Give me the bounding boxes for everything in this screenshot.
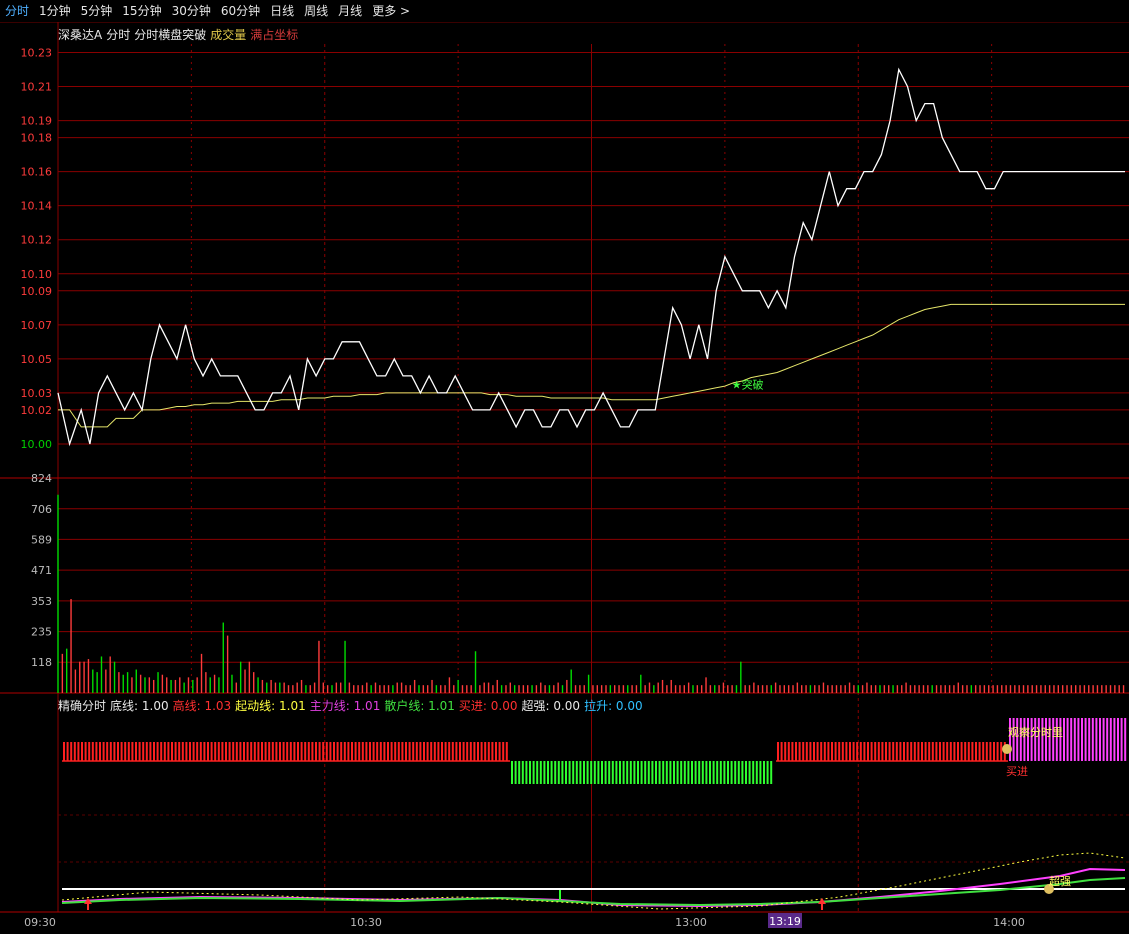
- money-icon: [1002, 744, 1012, 754]
- vol-tick-3: 471: [31, 564, 52, 577]
- indicator-panel-legend: 精确分时 底线: 1.00 高线: 1.03 起动线: 1.01 主力线: 1.01 散户…: [58, 697, 647, 714]
- legend3-3: 起动线: 1.01: [235, 699, 306, 713]
- legend1-3: 成交量: [210, 28, 247, 42]
- price-tick-5: 10.14: [21, 200, 53, 213]
- legend3-6: 买进: 0.00: [458, 699, 518, 713]
- legend1-2: 分时横盘突破: [134, 28, 207, 42]
- start-line: [61, 852, 1126, 910]
- arrow-up-icon-2: [818, 898, 826, 910]
- price-tick-3: 10.18: [21, 132, 53, 145]
- price-tick-9: 10.07: [21, 319, 53, 332]
- legend3-4: 主力线: 1.01: [309, 699, 381, 713]
- watch-label: 观察分时里: [1008, 725, 1063, 739]
- vol-tick-4: 353: [31, 595, 52, 608]
- legend1-0: 深桑达A: [58, 28, 103, 42]
- legend3-0: 精确分时: [58, 699, 107, 713]
- price-tick-7: 10.10: [21, 268, 53, 281]
- breakout-label: 突破: [742, 377, 764, 391]
- legend3-8: 拉升: 0.00: [584, 699, 643, 713]
- vol-tick-2: 589: [31, 533, 52, 546]
- price-tick-11: 10.03: [21, 387, 53, 400]
- retail-line: [61, 877, 1126, 907]
- price-tick-12: 10.02: [21, 404, 53, 417]
- intraday-chart: 10.23 10.21 10.19 10.18 10.16 10.14 10.12 10.10…: [0, 22, 1129, 929]
- breakout-star: ★: [732, 378, 742, 391]
- legend1-4: 满占坐标: [250, 28, 299, 42]
- strong-label: 超强: [1049, 874, 1071, 888]
- price-tick-2: 10.19: [21, 115, 53, 128]
- legend3-1: 底线: 1.00: [110, 699, 169, 713]
- price-tick-10: 10.05: [21, 353, 53, 366]
- price-tick-8: 10.09: [21, 285, 53, 298]
- price-tick-4: 10.16: [21, 166, 53, 179]
- vol-tick-5: 235: [31, 626, 52, 639]
- main-force-line: [61, 867, 1126, 908]
- legend3-5: 散户线: 1.01: [384, 699, 455, 713]
- price-panel-legend: 深桑达A 分时 分时横盘突破 成交量 满占坐标: [58, 26, 302, 43]
- legend1-1: 分时: [106, 28, 131, 42]
- vol-tick-0: 824: [31, 472, 52, 485]
- cursor-time-label: 13:19: [769, 915, 801, 928]
- buy-label: 买进: [1006, 765, 1028, 778]
- time-label-0: 09:30: [24, 916, 56, 929]
- price-tick-1: 10.21: [21, 81, 53, 94]
- time-label-4: 14:00: [993, 916, 1025, 929]
- time-label-1: 10:30: [350, 916, 382, 929]
- price-tick-0: 10.23: [21, 47, 53, 60]
- legend3-7: 超强: 0.00: [521, 699, 581, 713]
- vol-tick-6: 118: [31, 656, 52, 669]
- legend3-2: 高线: 1.03: [172, 699, 232, 713]
- time-label-2: 13:00: [675, 916, 707, 929]
- price-tick-6: 10.12: [21, 234, 53, 247]
- vol-tick-1: 706: [31, 503, 52, 516]
- price-tick-13: 10.00: [21, 438, 53, 451]
